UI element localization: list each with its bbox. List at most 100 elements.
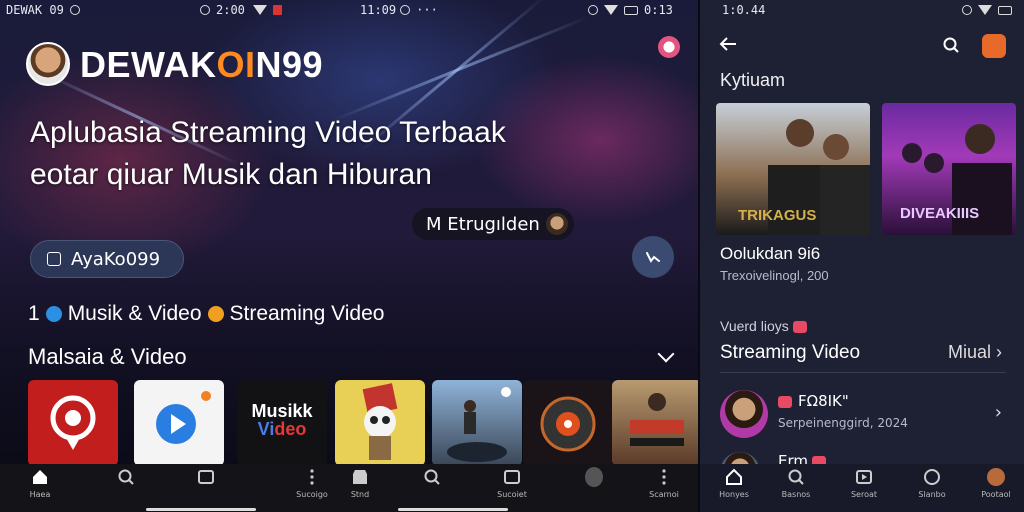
nav-store[interactable]: Stnd	[330, 468, 390, 500]
library-icon	[504, 470, 520, 484]
page-title: Kytiuam	[720, 70, 786, 90]
user-chip[interactable]: M Etrugılden	[412, 208, 574, 240]
nav-label	[402, 490, 462, 500]
list-item-title: FΩ8IK"	[778, 392, 849, 410]
nav-label: Pootaol	[981, 490, 1011, 499]
live-badge-icon	[778, 395, 792, 408]
app-tile-speaker[interactable]	[523, 380, 613, 466]
category-tags: 1 Musik & Video Streaming Video	[28, 302, 384, 326]
chip-avatar	[545, 213, 568, 235]
library-icon	[198, 470, 214, 484]
profile-icon	[987, 468, 1005, 486]
nav-search[interactable]	[96, 468, 156, 500]
see-more-label: Miual	[947, 342, 991, 362]
phone-icon	[646, 252, 660, 263]
search-icon[interactable]	[942, 36, 960, 54]
speaker-icon	[540, 396, 596, 452]
tag-music-video[interactable]: Musik & Video	[68, 302, 202, 326]
nav-label	[564, 490, 624, 500]
detail-panel: 1:0.44 Kytiuam TRIKAGUS DIVEAKIIIS Ooluk…	[698, 0, 1024, 512]
see-more-link[interactable]: Miual ›	[948, 342, 1002, 363]
nav-label: Scarnoi	[649, 490, 679, 499]
app-tile-band[interactable]	[612, 380, 698, 466]
search-icon	[118, 469, 134, 485]
list-item-title-text: FΩ8IK"	[798, 392, 849, 410]
card-caption: DIVEAKIIIS	[900, 205, 980, 222]
notification-icon[interactable]	[658, 36, 680, 58]
avatar[interactable]	[26, 42, 70, 86]
chevron-right-icon: ›	[994, 402, 1002, 423]
app-tile-guitarist[interactable]	[432, 380, 522, 466]
home-indicator	[146, 508, 256, 511]
call-button[interactable]	[632, 236, 674, 278]
status-time: 0:13	[644, 3, 673, 17]
account-button-label: AyaKo099	[71, 248, 161, 270]
app-tile-music-video[interactable]: Musikk Video	[237, 380, 327, 466]
bottom-nav: Honyes Basnos Seroat Slanbo Pootaol	[700, 464, 1024, 512]
brand-prefix: DEWAK	[80, 44, 217, 85]
status-bar: 1:0.44	[722, 0, 1012, 20]
band-poster-icon	[630, 393, 684, 446]
nav-label	[96, 490, 156, 500]
status-time: 1:0.44	[722, 3, 766, 17]
alarm-icon	[200, 5, 210, 15]
battery-low-icon	[272, 5, 282, 15]
app-tile-play[interactable]	[134, 380, 224, 466]
hero-title-line1: Aplubasia Streaming Video Terbaak	[30, 116, 506, 149]
streaming-tag-icon	[207, 306, 224, 322]
status-bar: DEWAK 09	[6, 0, 80, 20]
nav-profile[interactable]: Pootaol	[966, 468, 1024, 500]
divider	[720, 372, 1006, 373]
home-icon	[33, 470, 47, 484]
section-title: Malsaia & Video	[28, 344, 187, 369]
status-bar: 0:13	[588, 0, 673, 20]
status-bar: 2:00	[200, 0, 282, 20]
home-panel: DEWAK 09 2:00 11:09 ··· 0:13 DEWAKOIN99 …	[0, 0, 698, 512]
tag-streaming-video[interactable]: Streaming Video	[230, 302, 385, 326]
section-title: Streaming Video	[720, 342, 861, 363]
nav-label: Sucoiet	[497, 490, 527, 499]
list-item-subtitle: Serpeinenggird, 2024	[778, 416, 908, 430]
more-vert-icon	[662, 469, 666, 485]
app-tile-pin[interactable]	[28, 380, 118, 466]
nav-search[interactable]: Basnos	[766, 468, 826, 500]
featured-card-1[interactable]: TRIKAGUS	[716, 103, 870, 235]
nav-more-2[interactable]: Scarnoi	[634, 468, 694, 500]
home-indicator	[398, 508, 508, 511]
home-icon	[726, 468, 742, 485]
list-item[interactable]: FΩ8IK" Serpeinenggird, 2024 ›	[720, 386, 1006, 438]
bottom-nav: Haea Sucoigo Stnd Sucoiet Scarnoi	[0, 464, 698, 512]
status-time: 11:09	[360, 3, 397, 17]
account-button[interactable]: AyaKo099	[30, 240, 184, 278]
nav-library[interactable]: Seroat	[834, 468, 894, 500]
small-label-text: Vuerd lioys	[720, 318, 789, 334]
nav-search-2[interactable]	[402, 468, 462, 500]
search-icon	[788, 469, 804, 485]
nav-library[interactable]	[176, 468, 236, 500]
sync-icon	[962, 5, 972, 15]
battery-icon	[624, 5, 638, 15]
nav-label: Seroat	[850, 490, 878, 499]
account-icon	[47, 252, 61, 266]
battery-icon	[998, 5, 1012, 15]
brand-highlight: OI	[216, 44, 256, 85]
status-time: DEWAK 09	[6, 3, 64, 17]
nav-library-2[interactable]: Sucoiet	[482, 468, 542, 500]
music-video-logo: Musikk Video	[251, 401, 313, 439]
small-label: Vuerd lioys	[720, 318, 807, 334]
back-arrow-icon[interactable]	[718, 36, 738, 52]
search-icon	[424, 469, 440, 485]
status-dots: ···	[416, 3, 438, 17]
wifi-icon	[252, 5, 267, 15]
nav-profile[interactable]	[564, 467, 624, 500]
app-tile-panda[interactable]	[335, 380, 425, 466]
now-playing-title: Oolukdan 9i6	[720, 244, 821, 263]
app-menu-icon[interactable]	[982, 34, 1006, 58]
nav-explore[interactable]: Slanbo	[902, 468, 962, 500]
nav-home[interactable]: Haea	[10, 468, 70, 500]
list-avatar	[720, 390, 768, 438]
featured-card-2[interactable]: DIVEAKIIIS	[882, 103, 1016, 235]
panda-icon	[362, 383, 398, 460]
now-playing-subtitle: Trexoivelinogl, 200	[720, 268, 829, 283]
nav-home[interactable]: Honyes	[704, 468, 764, 500]
